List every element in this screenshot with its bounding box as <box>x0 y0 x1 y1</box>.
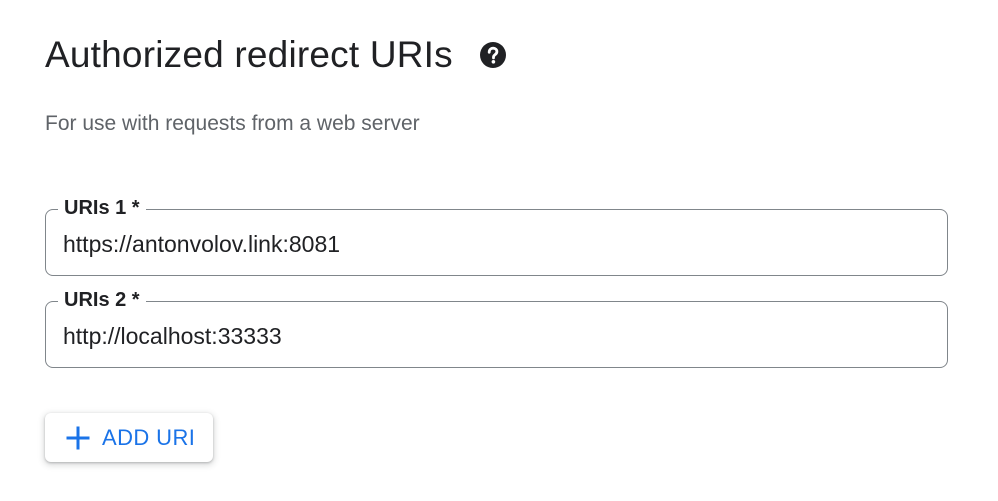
uri-field-1[interactable]: URIs 1 * <box>45 195 948 276</box>
section-title: Authorized redirect URIs <box>45 34 453 75</box>
uri-field-2[interactable]: URIs 2 * <box>45 287 948 368</box>
add-uri-label: ADD URI <box>102 424 196 450</box>
redirect-uris-section: Authorized redirect URIs For use with re… <box>0 0 998 501</box>
add-uri-button[interactable]: ADD URI <box>45 413 213 462</box>
uri-field-2-label: URIs 2 * <box>58 287 146 313</box>
uri-field-1-label: URIs 1 * <box>58 195 146 221</box>
section-subtitle: For use with requests from a web server <box>45 112 420 135</box>
plus-icon <box>66 426 90 450</box>
section-header: Authorized redirect URIs <box>45 30 507 80</box>
uri-input-1[interactable] <box>63 227 923 261</box>
uri-input-2[interactable] <box>63 319 923 353</box>
help-circle-icon[interactable] <box>479 41 507 69</box>
